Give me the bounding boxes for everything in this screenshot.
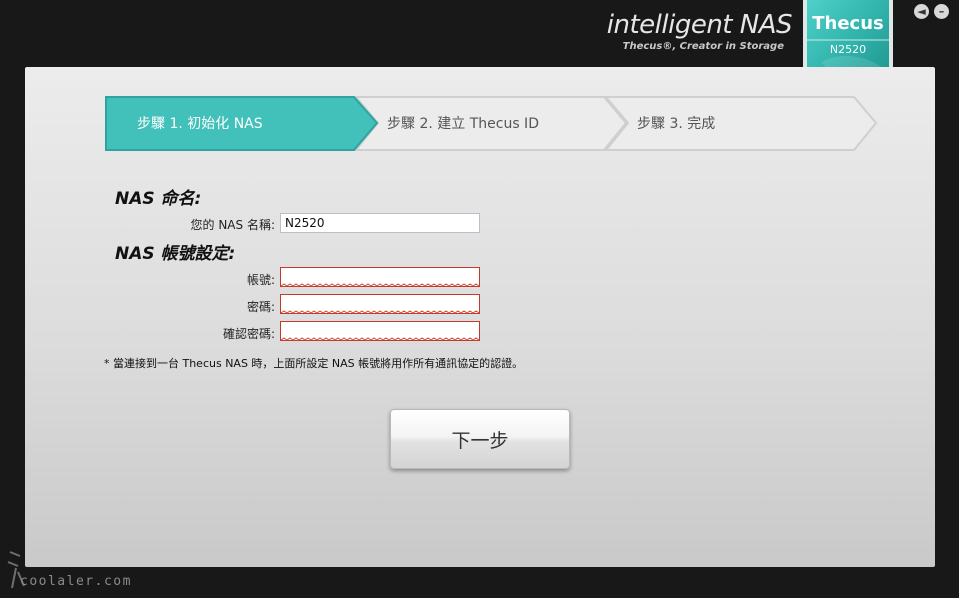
- arrow-left-icon: ◄: [917, 5, 926, 18]
- step-3-label: 步驟 3. 完成: [637, 116, 716, 132]
- minus-icon: –: [938, 5, 945, 18]
- confirm-password-label: 確認密碼:: [222, 327, 275, 341]
- nas-name-input[interactable]: [280, 213, 480, 233]
- error-underline: [281, 310, 479, 314]
- nas-name-label: 您的 NAS 名稱:: [190, 218, 275, 232]
- error-underline: [281, 337, 479, 341]
- back-button[interactable]: ◄: [914, 4, 929, 19]
- account-section-title: NAS 帳號設定:: [115, 244, 236, 264]
- watermark-text: coolaler.com: [20, 574, 132, 589]
- step-1-label: 步驟 1. 初始化 NAS: [137, 116, 263, 132]
- brand-subtitle: Thecus®, Creator in Storage: [622, 41, 784, 52]
- model-label: N2520: [829, 43, 867, 56]
- minimize-button[interactable]: –: [934, 4, 949, 19]
- brand-title: intelligent NAS: [606, 10, 793, 40]
- step-2-label: 步驟 2. 建立 Thecus ID: [387, 116, 539, 132]
- next-button[interactable]: 下一步: [390, 409, 570, 469]
- wizard-steps: 步驟 1. 初始化 NAS 步驟 2. 建立 Thecus ID 步驟 3. 完…: [104, 96, 884, 152]
- logo-text: Thecus: [812, 13, 884, 34]
- account-label: 帳號:: [246, 273, 275, 287]
- password-label: 密碼:: [246, 300, 275, 314]
- error-underline: [281, 283, 479, 287]
- account-note: * 當連接到一台 Thecus NAS 時，上面所設定 NAS 帳號將用作所有通…: [104, 357, 524, 370]
- naming-section-title: NAS 命名:: [115, 189, 202, 209]
